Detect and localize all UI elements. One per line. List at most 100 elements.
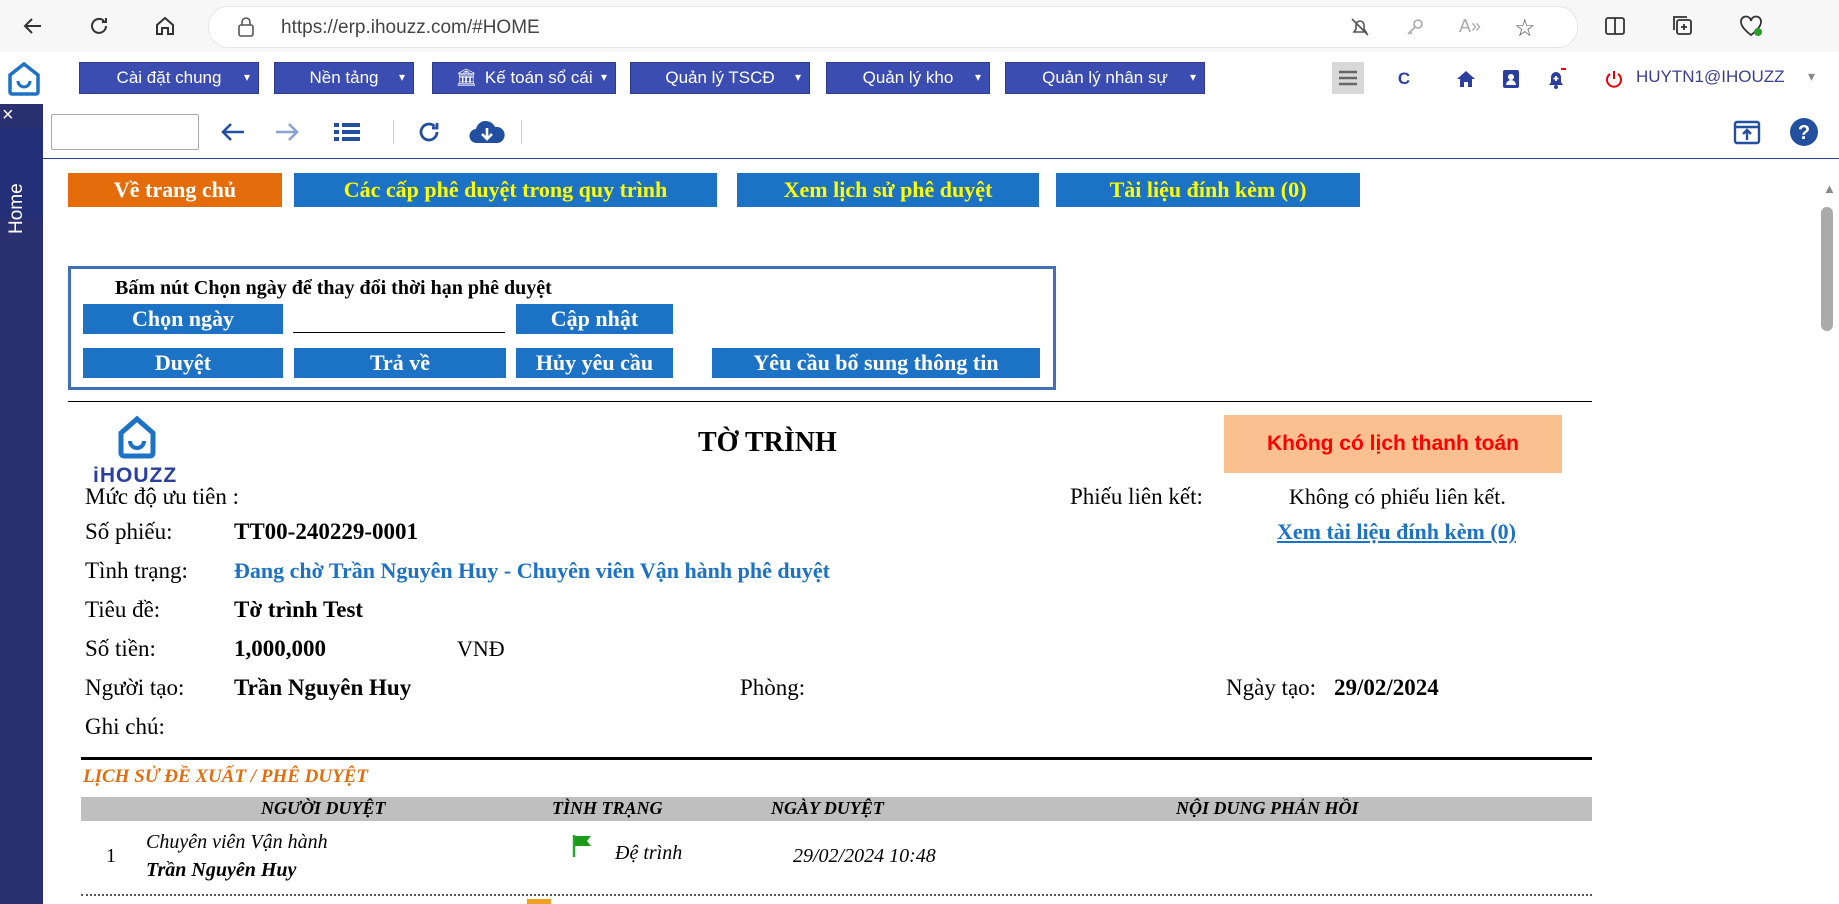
history-title: LỊCH SỬ ĐỀ XUẤT / PHÊ DUYỆT bbox=[83, 766, 368, 787]
date-field[interactable] bbox=[293, 332, 505, 333]
approver-name: Trần Nguyên Huy bbox=[146, 859, 297, 881]
vertical-scrollbar[interactable]: ▲ bbox=[1817, 159, 1839, 904]
collections-icon[interactable] bbox=[1668, 11, 1698, 41]
toolbar-search-input[interactable] bbox=[51, 114, 199, 150]
column-feedback: NỘI DUNG PHẢN HỒI bbox=[1176, 798, 1359, 818]
refresh-icon[interactable] bbox=[84, 11, 114, 41]
currency-label: VNĐ bbox=[457, 636, 505, 661]
bell-alert-icon[interactable] bbox=[1543, 66, 1569, 92]
menu-label: Cài đặt chung bbox=[116, 68, 222, 87]
home-icon[interactable] bbox=[150, 11, 180, 41]
column-status: TÌNH TRẠNG bbox=[552, 798, 663, 818]
linked-ticket-value: Không có phiếu liên kết. bbox=[1289, 484, 1506, 509]
approval-actions-panel: Bấm nút Chọn ngày để thay đổi thời hạn p… bbox=[68, 266, 1056, 390]
view-attachments-link[interactable]: Xem tài liệu đính kèm (0) bbox=[1277, 519, 1516, 545]
row-date: 29/02/2024 10:48 bbox=[793, 845, 936, 867]
history-table-header: NGƯỜI DUYỆT TÌNH TRẠNG NGÀY DUYỆT NỘI DU… bbox=[81, 797, 1592, 821]
green-flag-icon bbox=[571, 833, 593, 864]
amount-label: Số tiền: bbox=[85, 636, 156, 661]
creator-value: Trần Nguyên Huy bbox=[234, 675, 412, 700]
menu-quan-ly-nhan-su[interactable]: Quản lý nhân sự ▾ bbox=[1005, 62, 1205, 94]
department-label: Phòng: bbox=[740, 675, 806, 700]
power-icon[interactable] bbox=[1601, 66, 1627, 92]
close-icon[interactable]: × bbox=[2, 104, 14, 127]
back-arrow-icon[interactable] bbox=[217, 116, 249, 148]
open-external-icon[interactable] bbox=[1731, 116, 1763, 148]
row-status: Đệ trình bbox=[615, 842, 683, 864]
menu-label: Quản lý TSCĐ bbox=[665, 68, 775, 87]
home-rail: × Home bbox=[0, 104, 43, 904]
contact-book-icon[interactable] bbox=[1498, 66, 1524, 92]
menu-ke-toan-so-cai[interactable]: 🏛 Kế toán sổ cái ▾ bbox=[432, 62, 616, 94]
menu-quan-ly-tscd[interactable]: Quản lý TSCĐ ▾ bbox=[630, 62, 810, 94]
menu-label: Quản lý nhân sự bbox=[1042, 68, 1168, 87]
return-button[interactable]: Trả về bbox=[294, 348, 506, 378]
chevron-down-icon: ▾ bbox=[794, 70, 801, 84]
attachments-button[interactable]: Tài liệu đính kèm (0) bbox=[1056, 173, 1360, 207]
linked-ticket-label: Phiếu liên kết: bbox=[1070, 484, 1203, 509]
chevron-down-icon: ▾ bbox=[600, 70, 607, 84]
app-logo-icon[interactable] bbox=[6, 61, 42, 97]
approval-history-button[interactable]: Xem lịch sử phê duyệt bbox=[737, 173, 1039, 207]
toolbar-divider bbox=[521, 120, 522, 144]
no-payment-schedule-badge: Không có lịch thanh toán bbox=[1224, 415, 1562, 473]
creator-label: Người tạo: bbox=[85, 675, 185, 700]
ticket-number-value: TT00-240229-0001 bbox=[234, 519, 418, 544]
user-name[interactable]: HUYTN1@IHOUZZ bbox=[1636, 67, 1785, 87]
browser-essentials-icon[interactable] bbox=[1736, 11, 1766, 41]
home-tab-label[interactable]: Home bbox=[6, 183, 28, 234]
key-icon[interactable] bbox=[1404, 16, 1426, 43]
table-row: 1 Chuyên viên Vận hành Trần Nguyên Huy Đ… bbox=[81, 823, 1592, 883]
notifications-off-icon[interactable] bbox=[1349, 16, 1371, 43]
ticket-number-label: Số phiếu: bbox=[85, 519, 173, 544]
choose-date-button[interactable]: Chọn ngày bbox=[83, 304, 283, 334]
reload-icon[interactable] bbox=[413, 116, 445, 148]
approve-button[interactable]: Duyệt bbox=[83, 348, 283, 378]
approval-hint: Bấm nút Chọn ngày để thay đổi thời hạn p… bbox=[115, 277, 552, 299]
status-label: Tình trạng: bbox=[85, 558, 188, 583]
bank-icon: 🏛 bbox=[455, 68, 477, 87]
scroll-up-icon[interactable]: ▲ bbox=[1823, 181, 1836, 196]
request-info-button[interactable]: Yêu cầu bổ sung thông tin bbox=[712, 348, 1040, 378]
list-icon[interactable] bbox=[331, 116, 363, 148]
lock-icon[interactable] bbox=[237, 17, 255, 42]
chevron-down-icon: ▾ bbox=[243, 70, 250, 84]
approver-role: Chuyên viên Vận hành bbox=[146, 831, 328, 853]
approval-levels-button[interactable]: Các cấp phê duyệt trong quy trình bbox=[294, 173, 717, 207]
cancel-request-button[interactable]: Hủy yêu cầu bbox=[516, 348, 673, 378]
split-screen-icon[interactable] bbox=[1600, 11, 1630, 41]
cloud-download-icon[interactable] bbox=[467, 116, 507, 148]
back-icon[interactable] bbox=[18, 11, 48, 41]
page-toolbar: ? bbox=[43, 104, 1839, 159]
column-approver: NGƯỜI DUYỆT bbox=[261, 798, 386, 818]
favorite-star-icon[interactable]: ☆ bbox=[1514, 14, 1536, 43]
hamburger-menu-icon[interactable] bbox=[1332, 62, 1364, 94]
amount-value: 1,000,000 bbox=[234, 636, 326, 661]
subject-value: Tờ trình Test bbox=[234, 597, 364, 622]
c-button[interactable]: C bbox=[1391, 66, 1417, 92]
ihouzz-logo: iHOUZZ bbox=[93, 409, 181, 489]
menu-cai-dat-chung[interactable]: Cài đặt chung ▾ bbox=[79, 62, 259, 94]
home-page-button[interactable]: Về trang chủ bbox=[68, 173, 282, 207]
browser-toolbar: https://erp.ihouzz.com/#HOME A» ☆ bbox=[0, 0, 1839, 52]
created-date-value: 29/02/2024 bbox=[1334, 675, 1439, 700]
user-chevron-icon[interactable]: ▾ bbox=[1808, 68, 1815, 85]
update-button[interactable]: Cập nhật bbox=[516, 304, 673, 334]
forward-arrow-icon[interactable] bbox=[271, 116, 303, 148]
app-navbar: Cài đặt chung ▾ Nền tảng ▾ 🏛 Kế toán sổ cái… bbox=[0, 52, 1839, 106]
menu-nen-tang[interactable]: Nền tảng ▾ bbox=[274, 62, 414, 94]
scrollbar-thumb[interactable] bbox=[1821, 207, 1833, 331]
address-bar[interactable]: https://erp.ihouzz.com/#HOME A» ☆ bbox=[208, 6, 1578, 48]
help-icon[interactable]: ? bbox=[1788, 116, 1820, 148]
svg-text:?: ? bbox=[1798, 122, 1810, 144]
menu-quan-ly-kho[interactable]: Quản lý kho ▾ bbox=[826, 62, 990, 94]
document-content: Về trang chủ Các cấp phê duyệt trong quy… bbox=[43, 159, 1817, 904]
note-label: Ghi chú: bbox=[85, 714, 165, 739]
row-index: 1 bbox=[106, 845, 116, 867]
home-nav-icon[interactable] bbox=[1453, 66, 1479, 92]
divider bbox=[81, 757, 1592, 760]
chevron-down-icon: ▾ bbox=[1189, 70, 1196, 84]
url-text[interactable]: https://erp.ihouzz.com/#HOME bbox=[281, 17, 540, 39]
read-aloud-icon[interactable]: A» bbox=[1459, 16, 1481, 37]
menu-label: Quản lý kho bbox=[862, 68, 954, 87]
